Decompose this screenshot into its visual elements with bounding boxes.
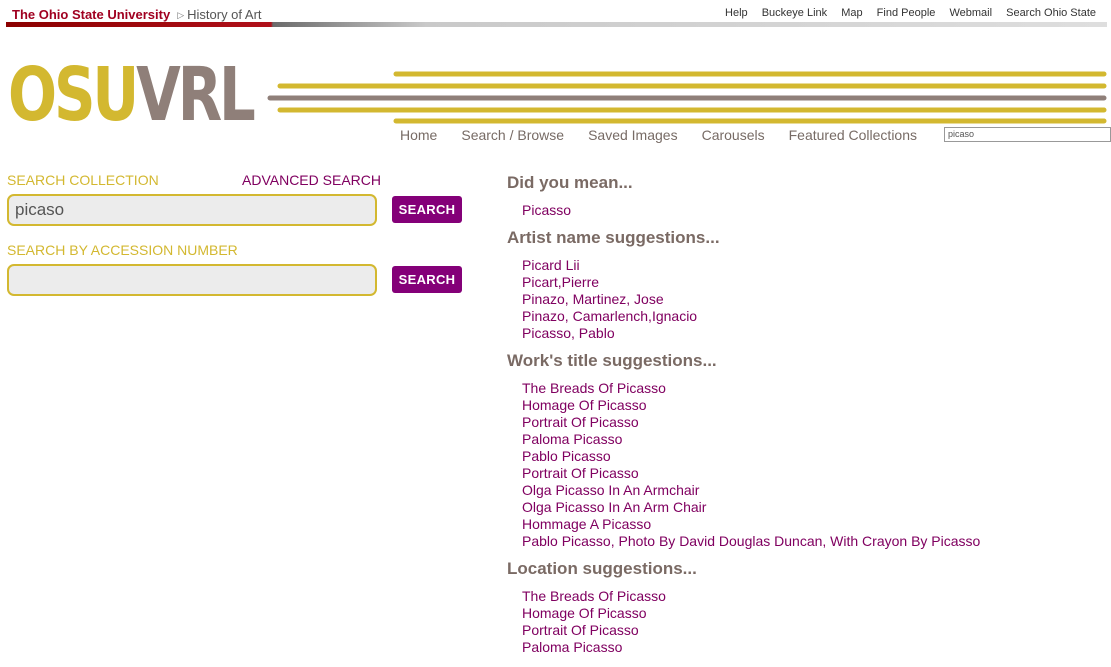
map-link[interactable]: Map	[841, 7, 862, 19]
section-title: Location suggestions...	[507, 559, 697, 578]
suggestion-link[interactable]: Pinazo, Camarlench,Ignacio	[522, 308, 1097, 325]
nav-search-browse[interactable]: Search / Browse	[461, 127, 564, 143]
nav-saved-images[interactable]: Saved Images	[588, 127, 678, 143]
osu-utility-links: Help Buckeye Link Map Find People Webmai…	[714, 7, 1096, 19]
suggestion-link[interactable]: Picasso	[522, 202, 1097, 219]
suggestion-link[interactable]: Pinazo, Martinez, Jose	[522, 291, 1097, 308]
department-link[interactable]: History of Art	[187, 7, 261, 22]
suggestion-link[interactable]: Portrait Of Picasso	[522, 465, 1097, 482]
osu-home-link[interactable]: The Ohio State University	[12, 7, 170, 22]
suggestion-link[interactable]: Pablo Picasso, Photo By David Douglas Du…	[522, 533, 1097, 550]
help-link[interactable]: Help	[725, 7, 748, 19]
advanced-search-link[interactable]: ADVANCED SEARCH	[242, 172, 381, 188]
suggestion-link[interactable]: Paloma Picasso	[522, 639, 1097, 656]
suggestion-link[interactable]: Picasso, Pablo	[522, 325, 1097, 342]
suggestion-link[interactable]: Homage Of Picasso	[522, 397, 1097, 414]
accession-number-label: SEARCH BY ACCESSION NUMBER	[7, 242, 238, 258]
search-ohio-state-link[interactable]: Search Ohio State	[1006, 7, 1096, 19]
nav-home[interactable]: Home	[400, 127, 437, 143]
main-nav: Home Search / Browse Saved Images Carousels…	[400, 127, 941, 143]
search-collection-button[interactable]: SEARCH	[392, 196, 462, 223]
suggestion-link[interactable]: The Breads Of Picasso	[522, 588, 1097, 605]
accession-number-input[interactable]	[7, 264, 377, 296]
nav-carousels[interactable]: Carousels	[702, 127, 765, 143]
osu-bar-stripe	[6, 22, 1107, 27]
search-collection-input[interactable]: picaso	[7, 194, 377, 226]
title-suggestions-section: Work's title suggestions... The Breads O…	[507, 351, 1097, 550]
osuvrl-logo[interactable]: OSUVRL	[8, 52, 256, 138]
suggestion-link[interactable]: Olga Picasso In An Armchair	[522, 482, 1097, 499]
artist-suggestions-section: Artist name suggestions... Picard Lii Pi…	[507, 228, 1097, 342]
search-collection-label: SEARCH COLLECTION	[7, 172, 159, 188]
logo-vrl: VRL	[136, 52, 256, 138]
did-you-mean-section: Did you mean... Picasso	[507, 173, 1097, 219]
suggestions-panel: Did you mean... Picasso Artist name sugg…	[507, 173, 1097, 665]
suggestion-link[interactable]: Olga Picasso In An Arm Chair	[522, 499, 1097, 516]
osu-top-bar: The Ohio State University ▷ History of Art…	[0, 0, 1111, 28]
location-suggestions-section: Location suggestions... The Breads Of Pi…	[507, 559, 1097, 656]
header-decorative-lines	[267, 71, 1107, 124]
suggestion-link[interactable]: Paloma Picasso	[522, 431, 1097, 448]
suggestion-link[interactable]: The Breads Of Picasso	[522, 380, 1097, 397]
suggestion-link[interactable]: Picart,Pierre	[522, 274, 1097, 291]
section-title: Work's title suggestions...	[507, 351, 717, 370]
suggestion-link[interactable]: Homage Of Picasso	[522, 605, 1097, 622]
triangle-right-icon: ▷	[177, 10, 185, 20]
section-title: Artist name suggestions...	[507, 228, 720, 247]
buckeye-link[interactable]: Buckeye Link	[762, 7, 827, 19]
osu-identity: The Ohio State University ▷ History of Art	[12, 7, 262, 22]
suggestion-link[interactable]: Portrait Of Picasso	[522, 414, 1097, 431]
suggestion-link[interactable]: Picard Lii	[522, 257, 1097, 274]
find-people-link[interactable]: Find People	[877, 7, 936, 19]
nav-search-input[interactable]: picaso	[944, 127, 1111, 142]
webmail-link[interactable]: Webmail	[949, 7, 992, 19]
suggestion-link[interactable]: Pablo Picasso	[522, 448, 1097, 465]
nav-featured-collections[interactable]: Featured Collections	[789, 127, 917, 143]
section-title: Did you mean...	[507, 173, 633, 192]
suggestion-link[interactable]: Hommage A Picasso	[522, 516, 1097, 533]
logo-osu: OSU	[8, 52, 139, 138]
suggestion-link[interactable]: Portrait Of Picasso	[522, 622, 1097, 639]
accession-search-button[interactable]: SEARCH	[392, 266, 462, 293]
